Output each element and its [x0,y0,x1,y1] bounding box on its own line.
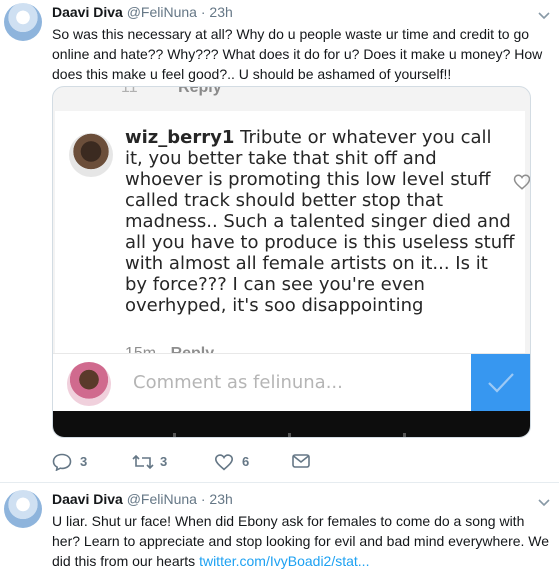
tweet[interactable]: Daavi Diva @FeliNuna · 23h So was this n… [0,0,559,482]
comment-body: Tribute or whatever you call it, you bet… [125,127,515,316]
own-avatar [67,362,111,406]
comment-input-placeholder: Comment as felinuna... [133,372,343,393]
commenter-username: wiz_berry1 [125,127,235,148]
tweet[interactable]: Daavi Diva @FeliNuna · 23h U liar. Shut … [0,482,559,572]
tweet-time[interactable]: 23h [209,491,232,507]
cropped-reply-row: 11 Reply [121,86,222,97]
separator-dot: · [200,491,206,507]
retweet-icon [132,454,154,470]
cropped-time: 11 [121,86,138,96]
display-name[interactable]: Daavi Diva [52,4,123,20]
direct-message-icon [292,454,310,468]
avatar[interactable] [4,490,42,528]
reply-icon [52,453,72,471]
retweet-count: 3 [160,454,168,469]
comment-card: wiz_berry1 Tribute or whatever you call … [55,111,530,365]
reply-count: 3 [80,454,88,469]
user-handle[interactable]: @FeliNuna [127,491,197,507]
heart-outline-icon [513,174,530,190]
comment-composer: Comment as felinuna... [53,353,530,412]
like-icon [214,454,234,471]
tweet-link[interactable]: twitter.com/IvyBoadi2/stat... [199,553,369,569]
display-name[interactable]: Daavi Diva [52,491,123,507]
tweet-text: U liar. Shut ur face! When did Ebony ask… [52,511,552,571]
screenshot-content: 11 Reply wiz_berry1 Tribute or whatever … [53,87,530,437]
cropped-reply-label: Reply [178,86,222,96]
tweet-header: Daavi Diva @FeliNuna · 23h [52,491,233,507]
nav-bar-mark [403,433,406,437]
user-handle[interactable]: @FeliNuna [127,4,197,20]
caret-down-icon[interactable] [537,8,551,22]
avatar[interactable] [4,3,42,41]
phone-nav-bar [53,411,530,437]
comment-text: wiz_berry1 Tribute or whatever you call … [125,127,515,316]
send-button [471,354,530,412]
attached-screenshot[interactable]: 11 Reply wiz_berry1 Tribute or whatever … [52,86,531,438]
tweet-header: Daavi Diva @FeliNuna · 23h [52,4,233,20]
separator-dot: · [200,4,206,20]
tweet-time[interactable]: 23h [209,4,232,20]
caret-down-icon[interactable] [537,495,551,509]
tweet-text: So was this necessary at all? Why do u p… [52,26,543,82]
nav-bar-mark [173,433,176,437]
like-count: 6 [242,454,250,469]
commenter-avatar [69,133,113,177]
nav-bar-mark [288,433,291,437]
checkmark-icon [488,373,514,393]
